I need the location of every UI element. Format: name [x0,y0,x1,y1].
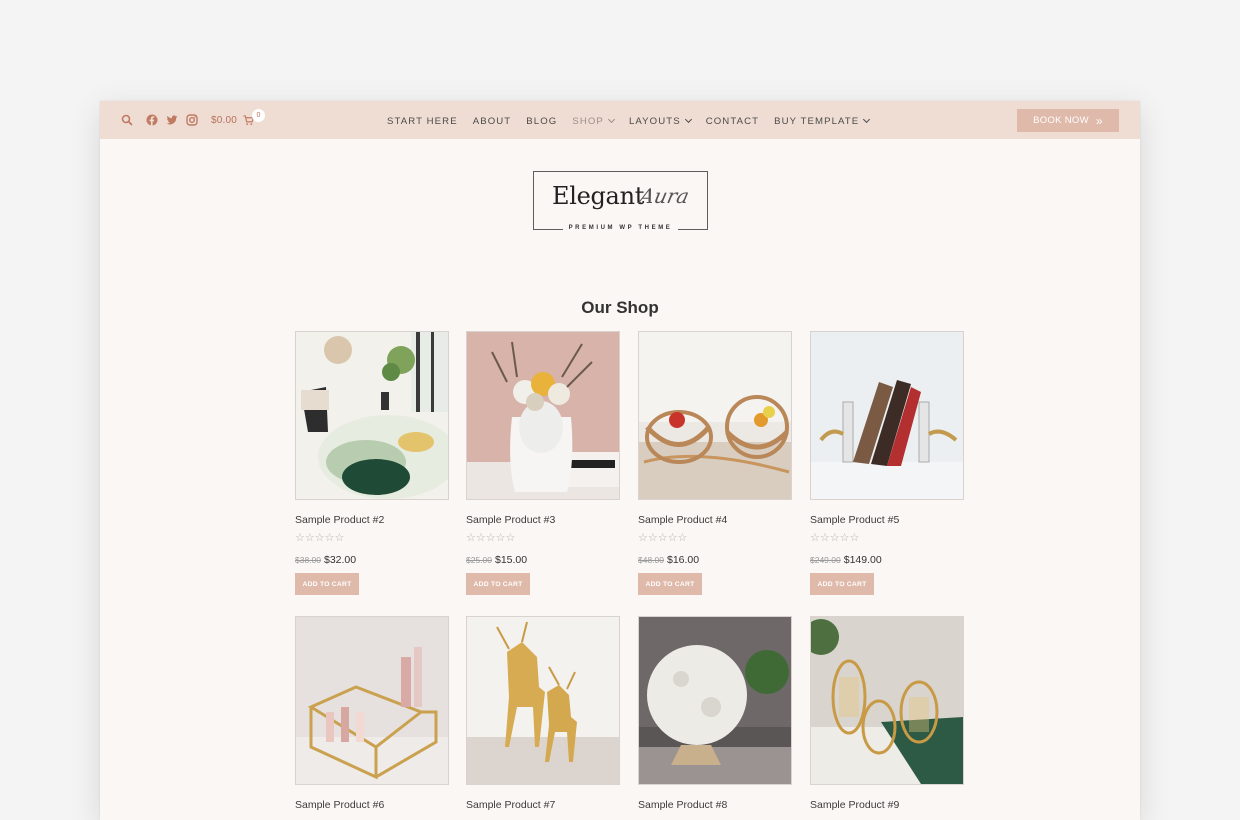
top-bar: $0.00 0 START HERE ABOUT BLOG SHOP LAYOU… [100,101,1140,139]
logo-main-text: Elegant [552,182,645,210]
add-to-cart-button[interactable]: ADD TO CART [295,573,359,595]
product-image[interactable] [638,616,792,785]
sale-price: $149.00 [843,554,882,566]
nav-shop[interactable]: SHOP [572,115,615,127]
sale-price: $15.00 [495,554,528,566]
product-name[interactable]: Sample Product #6 [295,799,384,811]
product-name[interactable]: Sample Product #5 [810,514,899,526]
book-now-button[interactable]: BOOK NOW » [1017,109,1119,132]
product-image[interactable] [638,331,792,500]
add-to-cart-button[interactable]: ADD TO CART [638,573,702,595]
instagram-icon[interactable] [185,113,199,127]
page-title: Our Shop [581,298,659,317]
facebook-icon[interactable] [145,113,159,127]
product-name[interactable]: Sample Product #4 [638,514,727,526]
star-rating: ☆☆☆☆☆ [466,532,516,544]
nav-label: LAYOUTS [628,115,681,127]
nav-label: START HERE [387,115,458,127]
chevron-down-icon [684,115,692,124]
double-chevron-right-icon: » [1095,113,1103,128]
nav-buy-template[interactable]: BUY TEMPLATE [774,115,871,127]
logo-sub-wrap: PREMIUM WP THEME [534,222,707,234]
nav-about[interactable]: ABOUT [473,115,512,127]
product-name[interactable]: Sample Product #9 [810,799,899,811]
old-price: $38.00 [295,555,321,565]
old-price: $249.00 [810,555,841,565]
product-price: $38.00 $32.00 [295,550,356,568]
add-to-cart-button[interactable]: ADD TO CART [466,573,530,595]
star-rating: ☆☆☆☆☆ [810,532,860,544]
product-price: $25.00 $15.00 [466,550,527,568]
sale-price: $16.00 [667,554,700,566]
product-price: $249.00 $149.00 [810,550,882,568]
cart-total[interactable]: $0.00 [211,115,237,126]
chevron-down-icon [607,115,615,124]
nav-blog[interactable]: BLOG [526,115,557,127]
browser-page: $0.00 0 START HERE ABOUT BLOG SHOP LAYOU… [100,101,1140,820]
product-name[interactable]: Sample Product #7 [466,799,555,811]
product-name[interactable]: Sample Product #8 [638,799,727,811]
nav-start-here[interactable]: START HERE [387,115,458,127]
star-rating: ☆☆☆☆☆ [295,532,345,544]
star-rating: ☆☆☆☆☆ [638,532,688,544]
nav-label: BLOG [526,115,558,127]
add-to-cart-button[interactable]: ADD TO CART [810,573,874,595]
nav-label: BUY TEMPLATE [774,115,860,127]
logo-script-text: Aura [637,184,692,208]
product-image[interactable] [810,616,964,785]
nav-label: SHOP [572,115,604,127]
product-name[interactable]: Sample Product #3 [466,514,555,526]
product-price: $48.00 $16.00 [638,550,699,568]
product-name[interactable]: Sample Product #2 [295,514,384,526]
nav-label: ABOUT [472,115,512,127]
logo-tagline: PREMIUM WP THEME [562,225,679,231]
product-image[interactable] [810,331,964,500]
book-now-label: BOOK NOW [1033,115,1089,126]
sale-price: $32.00 [324,554,357,566]
product-image[interactable] [466,331,620,500]
site-logo[interactable]: Elegant Aura PREMIUM WP THEME [533,171,708,231]
product-image[interactable] [466,616,620,785]
old-price: $48.00 [638,555,664,565]
old-price: $25.00 [466,555,492,565]
search-icon[interactable] [120,113,134,127]
twitter-icon[interactable] [165,113,179,127]
nav-label: CONTACT [705,115,760,127]
product-image[interactable] [295,331,449,500]
cart-count-badge: 0 [252,109,265,122]
main-nav: START HERE ABOUT BLOG SHOP LAYOUTS CONTA… [387,115,884,127]
nav-layouts[interactable]: LAYOUTS [628,115,692,127]
nav-contact[interactable]: CONTACT [706,115,759,127]
chevron-down-icon [863,115,871,124]
product-image[interactable] [295,616,449,785]
